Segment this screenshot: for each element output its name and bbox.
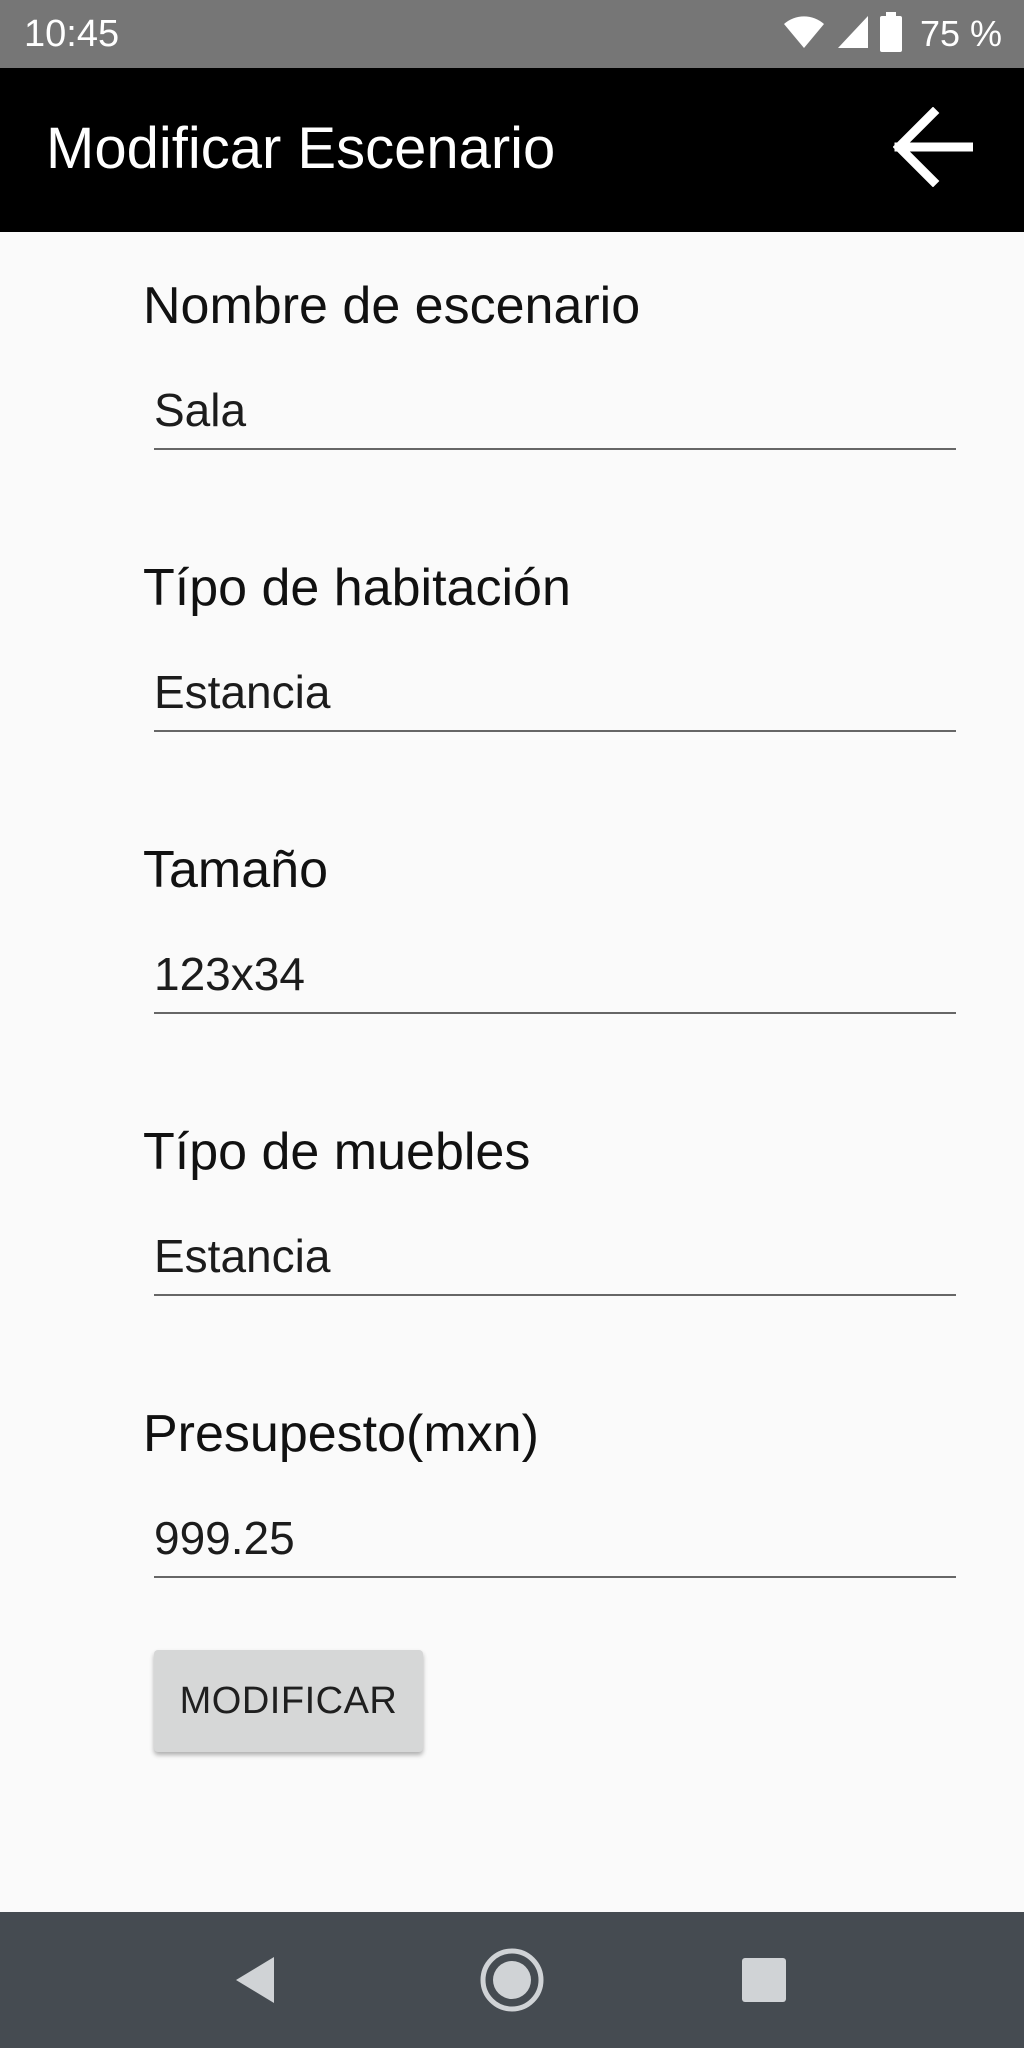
battery-percent: 75 % — [919, 13, 1002, 54]
nav-back-button[interactable] — [215, 1940, 295, 2020]
status-icons: 75 % — [782, 11, 1002, 57]
size-input[interactable] — [154, 936, 956, 1014]
room-type-label: Típo de habitación — [143, 559, 571, 617]
arrow-back-icon — [893, 107, 973, 187]
modify-button[interactable]: MODIFICAR — [154, 1650, 423, 1752]
system-nav-bar — [0, 1912, 1024, 2048]
page-title: Modificar Escenario — [46, 116, 556, 181]
app-bar: Modificar Escenario — [0, 68, 1024, 232]
nav-home-button[interactable] — [472, 1940, 552, 2020]
back-button[interactable] — [888, 102, 978, 192]
battery-icon — [879, 11, 902, 57]
scenario-name-input[interactable] — [154, 372, 956, 450]
form-content: Nombre de escenario Típo de habitación T… — [0, 232, 1024, 1912]
recents-square-icon — [742, 1958, 786, 2002]
size-label: Tamaño — [143, 841, 328, 899]
scenario-name-label: Nombre de escenario — [143, 277, 641, 335]
budget-label: Presupesto(mxn) — [143, 1405, 539, 1463]
furniture-type-label: Típo de muebles — [143, 1123, 531, 1181]
home-circle-icon — [480, 1948, 544, 2012]
wifi-icon — [782, 14, 826, 55]
signal-icon — [836, 14, 870, 55]
back-triangle-icon — [236, 1957, 274, 2003]
budget-input[interactable] — [154, 1500, 956, 1578]
room-type-input[interactable] — [154, 654, 956, 732]
nav-recents-button[interactable] — [724, 1940, 804, 2020]
status-bar: 10:45 75 % — [0, 0, 1024, 68]
status-time: 10:45 — [24, 13, 120, 55]
furniture-type-input[interactable] — [154, 1218, 956, 1296]
